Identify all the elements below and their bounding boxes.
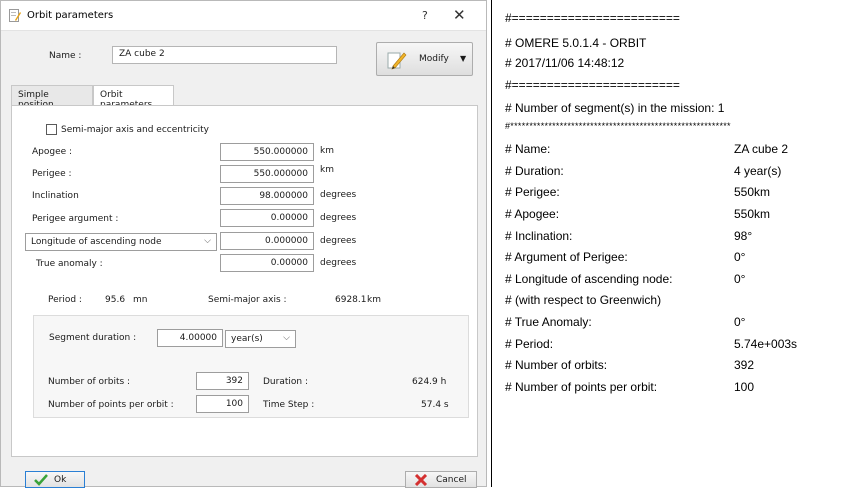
- inclination-unit: degrees: [320, 190, 357, 200]
- true-anomaly-unit: degrees: [320, 258, 357, 268]
- report-row-key: # Name:: [505, 142, 551, 156]
- duration-unit-value: year(s): [231, 334, 263, 344]
- report-separator: #========================: [505, 11, 680, 25]
- cancel-label: Cancel: [436, 475, 467, 485]
- longitude-node-combo-label: Longitude of ascending node: [31, 237, 162, 247]
- perigee-input[interactable]: 550.000000: [220, 165, 314, 183]
- duration-info-value: 624.9 h: [412, 377, 447, 387]
- period-value: 95.6: [105, 295, 126, 305]
- segment-duration-input[interactable]: 4.00000: [157, 329, 223, 347]
- orbits-label: Number of orbits :: [48, 377, 131, 387]
- pencil-icon: [387, 52, 407, 70]
- semi-major-axis-checkbox[interactable]: [46, 124, 57, 135]
- report-row-key: # (with respect to Greenwich): [505, 293, 662, 307]
- report-segment-count: # Number of segment(s) in the mission: 1: [505, 101, 725, 115]
- report-row-key: # Perigee:: [505, 185, 560, 199]
- checkmark-icon: [34, 474, 48, 486]
- report-row-value: 4 year(s): [734, 164, 782, 178]
- perigee-unit: km: [320, 165, 334, 175]
- report-header-date: # 2017/11/06 14:48:12: [505, 56, 625, 70]
- inclination-label: Inclination: [32, 191, 79, 201]
- chevron-down-icon: ⌵: [204, 236, 211, 246]
- report-row-key: # Period:: [505, 337, 554, 351]
- semi-major-axis-label: Semi-major axis :: [208, 295, 287, 305]
- report-row-value: ZA cube 2: [734, 142, 789, 156]
- name-input[interactable]: ZA cube 2: [112, 46, 337, 64]
- perigee-argument-unit: degrees: [320, 213, 357, 223]
- semi-major-checkbox-label: Semi-major axis and eccentricity: [61, 125, 210, 135]
- report-row-key: # Longitude of ascending node:: [505, 272, 673, 286]
- report-row-key: # Argument of Perigee:: [505, 250, 628, 264]
- report-row-value: 550km: [734, 207, 771, 221]
- report-row-key: # Inclination:: [505, 229, 573, 243]
- cancel-button[interactable]: Cancel: [405, 471, 477, 488]
- longitude-input[interactable]: 0.000000: [220, 232, 314, 250]
- dialog-title: Orbit parameters: [27, 10, 114, 21]
- semi-major-axis-value: 6928.1: [335, 295, 367, 305]
- modify-button[interactable]: Modify ▼: [376, 42, 473, 76]
- report-separator: #========================: [505, 78, 680, 92]
- ok-label: Ok: [54, 475, 67, 485]
- time-step-label: Time Step :: [263, 400, 315, 410]
- points-per-orbit-input[interactable]: 100: [196, 395, 249, 413]
- time-step-value: 57.4 s: [421, 400, 449, 410]
- period-label: Period :: [48, 295, 82, 305]
- report-row-value: 5.74e+003s: [734, 337, 798, 351]
- apogee-input[interactable]: 550.000000: [220, 143, 314, 161]
- apogee-unit: km: [320, 146, 334, 156]
- apogee-label: Apogee :: [32, 147, 73, 157]
- semi-major-axis-unit: km: [367, 295, 381, 305]
- document-edit-icon: [9, 9, 21, 22]
- longitude-unit: degrees: [320, 236, 357, 246]
- report-row-key: # Number of points per orbit:: [505, 380, 658, 394]
- report-row-key: # Number of orbits:: [505, 358, 608, 372]
- report-row-key: # Duration:: [505, 164, 564, 178]
- report-row-value: 0°: [734, 250, 746, 264]
- longitude-node-combo[interactable]: Longitude of ascending node ⌵: [25, 233, 217, 251]
- report-row-value: 98°: [734, 229, 753, 243]
- duration-unit-select[interactable]: year(s) ⌵: [225, 330, 296, 348]
- report-row-value: 0°: [734, 272, 746, 286]
- cross-icon: [414, 474, 428, 486]
- report-row-key: # Apogee:: [505, 207, 560, 221]
- tab-orbit-parameters[interactable]: Orbit parameters: [93, 85, 174, 110]
- report-star-separator: #***************************************…: [505, 121, 731, 131]
- report-row-value: 0°: [734, 315, 746, 329]
- orbit-report: #======================== # OMERE 5.0.1.…: [491, 0, 857, 487]
- perigee-label: Perigee :: [32, 169, 72, 179]
- chevron-down-icon: ⌵: [283, 333, 290, 343]
- close-button[interactable]: ✕: [453, 6, 466, 24]
- segment-duration-label: Segment duration :: [49, 333, 137, 343]
- orbit-parameters-dialog: Orbit parameters ? ✕ Name : ZA cube 2 Mo…: [0, 0, 487, 488]
- caret-down-icon: ▼: [460, 54, 467, 63]
- true-anomaly-label: True anomaly :: [36, 259, 103, 269]
- help-button[interactable]: ?: [422, 9, 428, 22]
- ok-button[interactable]: Ok: [25, 471, 85, 488]
- report-header-title: # OMERE 5.0.1.4 - ORBIT: [505, 36, 647, 50]
- tab-simple-position[interactable]: Simple position: [11, 85, 93, 110]
- duration-info-label: Duration :: [263, 377, 308, 387]
- report-row-value: 100: [734, 380, 755, 394]
- report-row-value: 392: [734, 358, 755, 372]
- report-row-value: 550km: [734, 185, 771, 199]
- perigee-argument-input[interactable]: 0.00000: [220, 209, 314, 227]
- period-unit: mn: [133, 295, 148, 305]
- report-row-key: # True Anomaly:: [505, 315, 592, 329]
- perigee-argument-label: Perigee argument :: [32, 214, 119, 224]
- points-per-orbit-label: Number of points per orbit :: [48, 400, 174, 410]
- inclination-input[interactable]: 98.000000: [220, 187, 314, 205]
- modify-label: Modify: [419, 54, 449, 64]
- true-anomaly-input[interactable]: 0.00000: [220, 254, 314, 272]
- name-label: Name :: [49, 51, 82, 61]
- orbits-input[interactable]: 392: [196, 372, 249, 390]
- dialog-titlebar: Orbit parameters ? ✕: [1, 1, 486, 31]
